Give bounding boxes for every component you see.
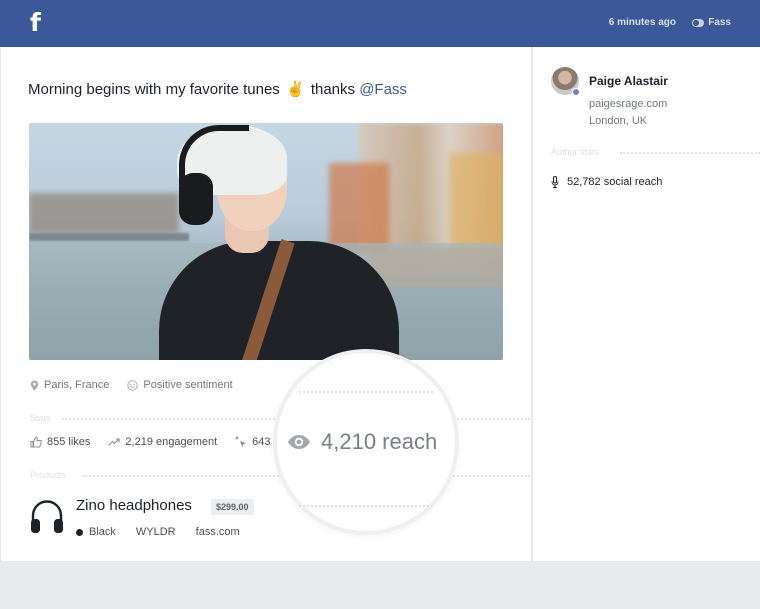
price-badge: $299.00 xyxy=(211,499,254,515)
product-brand: WYLDR xyxy=(135,526,176,538)
reach-stat-zoomed[interactable]: 4,210 reach xyxy=(287,429,437,455)
location-text: Paris, France xyxy=(44,379,110,391)
product-name[interactable]: Zino headphones xyxy=(76,497,192,514)
post-meta: Paris, France Positive sentiment xyxy=(30,379,233,391)
victory-hand-icon: ✌ xyxy=(285,81,305,98)
post-timestamp: 6 minutes ago xyxy=(608,17,676,28)
sentiment-tag[interactable]: Positive sentiment xyxy=(127,379,233,391)
magnifier-divider-top xyxy=(299,391,433,393)
social-reach-count: 52,782 social reach xyxy=(567,176,663,188)
color-swatch-icon xyxy=(76,528,83,536)
cursor-click-icon xyxy=(235,436,247,447)
engagement-stat[interactable]: 2,219 engagement xyxy=(108,436,217,448)
toggle-icon[interactable] xyxy=(692,18,705,27)
magnifier-divider-bottom xyxy=(299,505,433,507)
headphones-icon[interactable] xyxy=(29,498,65,536)
clicks-stat[interactable]: 643 xyxy=(235,436,271,448)
sentiment-text: Positive sentiment xyxy=(143,379,233,391)
post-text-end: thanks xyxy=(310,81,356,98)
stats-row: 855 likes 2,219 engagement 643 xyxy=(30,436,271,448)
smile-icon xyxy=(127,379,139,391)
photo-embankment xyxy=(369,248,503,288)
product-site[interactable]: fass.com xyxy=(196,526,240,538)
author-location: London, UK xyxy=(589,115,648,127)
online-status-icon xyxy=(572,88,580,96)
photo-bridge xyxy=(29,233,189,241)
post-text-start: Morning begins with my favorite tunes xyxy=(28,81,280,98)
photo-left-bank xyxy=(29,193,179,233)
photo-building-orange xyxy=(329,163,389,253)
photo-building-yellow xyxy=(449,153,503,253)
likes-count: 855 likes xyxy=(47,436,91,448)
location-pin-icon xyxy=(30,380,39,390)
facebook-logo-icon[interactable]: f xyxy=(30,7,41,39)
account-switch[interactable]: Fass xyxy=(692,17,731,28)
engagement-count: 2,219 engagement xyxy=(125,436,218,448)
reach-count: 4,210 reach xyxy=(321,429,438,454)
photo-headphone-cup xyxy=(179,173,213,225)
products-label: Products xyxy=(30,470,66,480)
reach-magnifier: 4,210 reach xyxy=(277,353,455,531)
product-details: Black WYLDR fass.com xyxy=(76,526,240,538)
author-stats-label: Author stats xyxy=(551,147,600,157)
author-name[interactable]: Paige Alastair xyxy=(589,74,668,88)
likes-stat[interactable]: 855 likes xyxy=(30,436,90,448)
trending-up-icon xyxy=(108,438,120,446)
author-stats-divider xyxy=(620,152,760,154)
post-photo[interactable] xyxy=(29,123,503,360)
author-website[interactable]: paigesrage.com xyxy=(589,98,667,110)
stats-label: Stats xyxy=(30,413,51,423)
location-tag[interactable]: Paris, France xyxy=(30,379,109,391)
product-color: Black xyxy=(76,526,116,538)
eye-icon xyxy=(288,435,310,449)
top-bar: f 6 minutes ago Fass xyxy=(0,0,760,47)
account-name: Fass xyxy=(708,17,731,28)
social-reach-stat: 52,782 social reach xyxy=(551,176,662,188)
product-color-label: Black xyxy=(89,526,116,538)
thumbs-up-icon xyxy=(30,436,42,448)
post-text: Morning begins with my favorite tunes ✌ … xyxy=(28,80,407,98)
microphone-icon xyxy=(551,176,559,188)
clicks-count: 643 xyxy=(252,436,271,448)
page-footer-area xyxy=(0,561,760,609)
mention-link[interactable]: @Fass xyxy=(359,81,407,98)
